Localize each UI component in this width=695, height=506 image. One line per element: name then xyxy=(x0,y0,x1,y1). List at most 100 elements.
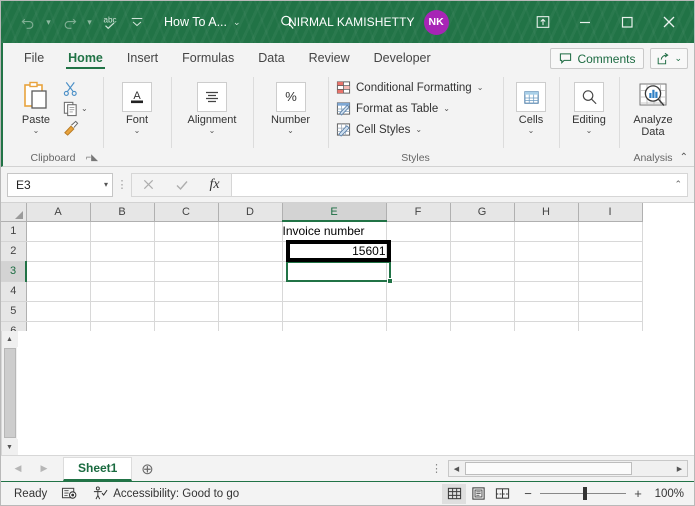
cell-d5[interactable] xyxy=(218,301,283,322)
cell-d4[interactable] xyxy=(218,281,283,302)
cells-dropdown-icon[interactable]: ⌄ xyxy=(528,126,535,136)
cell-i2[interactable] xyxy=(578,241,643,262)
tab-home[interactable]: Home xyxy=(57,49,114,71)
share-button[interactable]: ⌄ xyxy=(650,48,688,69)
tab-formulas[interactable]: Formulas xyxy=(171,49,245,71)
account-block[interactable]: NIRMAL KAMISHETTY NK xyxy=(288,9,449,35)
cell-b5[interactable] xyxy=(90,301,155,322)
collapse-ribbon-icon[interactable]: ⌃ xyxy=(680,152,688,163)
all-sheets-icon[interactable]: ⋮ xyxy=(431,462,448,475)
customize-quick-access-icon[interactable] xyxy=(124,9,150,35)
share-dropdown-icon[interactable]: ⌄ xyxy=(674,53,682,64)
cell-f4[interactable] xyxy=(386,281,451,302)
row-header-1[interactable]: 1 xyxy=(1,221,27,242)
analyze-data-button[interactable]: Analyze Data xyxy=(626,76,680,138)
cell-a5[interactable] xyxy=(26,301,91,322)
row-header-4[interactable]: 4 xyxy=(1,281,27,302)
column-header-e[interactable]: E xyxy=(282,203,387,222)
view-normal-icon[interactable] xyxy=(442,483,466,504)
scroll-up-icon[interactable]: ▲ xyxy=(1,331,18,347)
row-header-2[interactable]: 2 xyxy=(1,241,27,262)
copy-button[interactable]: ⌄ xyxy=(62,99,88,118)
cell-g3[interactable] xyxy=(450,261,515,282)
copy-dropdown-icon[interactable]: ⌄ xyxy=(81,104,88,113)
undo-dropdown-icon[interactable]: ▾ xyxy=(42,9,55,35)
cell-g5[interactable] xyxy=(450,301,515,322)
minimize-icon[interactable] xyxy=(564,7,606,37)
document-title-dropdown-icon[interactable]: ⌄ xyxy=(233,17,241,28)
column-header-d[interactable]: D xyxy=(218,203,283,222)
cell-c2[interactable] xyxy=(154,241,219,262)
cell-a4[interactable] xyxy=(26,281,91,302)
redo-dropdown-icon[interactable]: ▾ xyxy=(83,9,96,35)
vertical-scroll-thumb[interactable] xyxy=(3,348,16,438)
cell-i4[interactable] xyxy=(578,281,643,302)
enter-formula-icon[interactable] xyxy=(165,174,198,196)
format-as-table-dropdown-icon[interactable]: ⌄ xyxy=(443,104,450,113)
cell-e2[interactable]: 15601 xyxy=(282,241,387,262)
cell-b1[interactable] xyxy=(90,221,155,242)
cell-d2[interactable] xyxy=(218,241,283,262)
view-page-layout-icon[interactable] xyxy=(466,484,490,504)
cell-g2[interactable] xyxy=(450,241,515,262)
cells-button[interactable]: Cells ⌄ xyxy=(510,76,552,136)
editing-button[interactable]: Editing ⌄ xyxy=(566,76,612,136)
formula-input[interactable]: ⌃ xyxy=(231,172,688,197)
cell-c3[interactable] xyxy=(154,261,219,282)
cell-a3[interactable] xyxy=(26,261,91,282)
cell-i3[interactable] xyxy=(578,261,643,282)
cell-f1[interactable] xyxy=(386,221,451,242)
cell-styles-dropdown-icon[interactable]: ⌄ xyxy=(415,125,422,134)
cell-f2[interactable] xyxy=(386,241,451,262)
cell-c6[interactable] xyxy=(154,321,219,331)
column-header-h[interactable]: H xyxy=(514,203,579,222)
scroll-down-icon[interactable]: ▼ xyxy=(1,439,18,455)
cancel-formula-icon[interactable] xyxy=(132,174,165,196)
name-box-dropdown-icon[interactable]: ▾ xyxy=(104,180,108,189)
conditional-formatting-dropdown-icon[interactable]: ⌄ xyxy=(477,83,484,92)
cell-f5[interactable] xyxy=(386,301,451,322)
close-icon[interactable] xyxy=(648,7,690,37)
cell-i1[interactable] xyxy=(578,221,643,242)
cell-c1[interactable] xyxy=(154,221,219,242)
next-sheet-icon[interactable]: ▶ xyxy=(31,458,57,480)
tab-review[interactable]: Review xyxy=(298,49,361,71)
format-painter-button[interactable] xyxy=(62,119,88,138)
cell-styles-button[interactable]: Cell Styles ⌄ xyxy=(336,119,422,140)
column-header-f[interactable]: F xyxy=(386,203,451,222)
cell-g6[interactable] xyxy=(450,321,515,331)
tab-insert[interactable]: Insert xyxy=(116,49,169,71)
column-header-a[interactable]: A xyxy=(26,203,91,222)
paste-dropdown-icon[interactable]: ⌄ xyxy=(33,126,40,136)
cell-c4[interactable] xyxy=(154,281,219,302)
zoom-slider[interactable] xyxy=(540,487,626,501)
expand-formula-bar-icon[interactable]: ⌃ xyxy=(674,179,682,190)
cell-e4[interactable] xyxy=(282,281,387,302)
column-header-g[interactable]: G xyxy=(450,203,515,222)
column-header-c[interactable]: C xyxy=(154,203,219,222)
add-sheet-icon[interactable]: ⊕ xyxy=(132,460,162,478)
select-all-corner[interactable] xyxy=(1,203,27,222)
document-title[interactable]: How To A... ⌄ xyxy=(164,15,241,29)
cell-a1[interactable] xyxy=(26,221,91,242)
comments-button[interactable]: Comments xyxy=(550,48,645,69)
zoom-slider-thumb[interactable] xyxy=(583,487,587,500)
zoom-percentage[interactable]: 100% xyxy=(650,488,688,500)
editing-dropdown-icon[interactable]: ⌄ xyxy=(586,126,593,136)
cell-h6[interactable] xyxy=(514,321,579,331)
column-header-b[interactable]: B xyxy=(90,203,155,222)
row-header-3[interactable]: 3 xyxy=(1,261,27,282)
zoom-in-icon[interactable]: + xyxy=(632,486,644,501)
vertical-scrollbar[interactable]: ▲ ▼ xyxy=(1,331,18,455)
cell-i5[interactable] xyxy=(578,301,643,322)
scroll-left-icon[interactable]: ◀ xyxy=(449,461,464,476)
cell-b4[interactable] xyxy=(90,281,155,302)
redo-icon[interactable] xyxy=(56,9,82,35)
cell-h3[interactable] xyxy=(514,261,579,282)
font-button[interactable]: A Font ⌄ xyxy=(111,76,163,136)
row-header-5[interactable]: 5 xyxy=(1,301,27,322)
fill-handle[interactable] xyxy=(387,278,393,284)
cell-b6[interactable] xyxy=(90,321,155,331)
cell-h1[interactable] xyxy=(514,221,579,242)
cell-a2[interactable] xyxy=(26,241,91,262)
